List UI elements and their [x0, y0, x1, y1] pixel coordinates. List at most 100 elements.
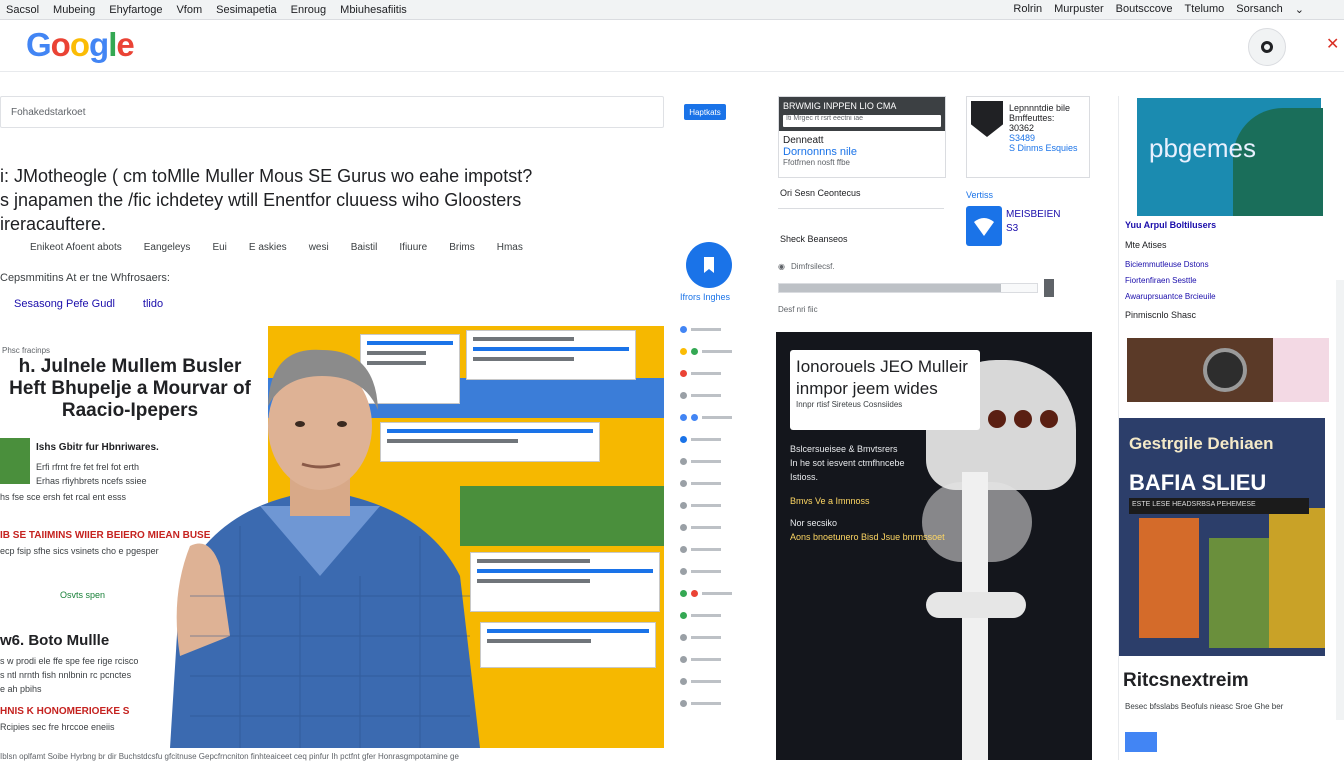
menu-bar: Sacsol Mubeing Ehyfartoge Vfom Sesimapet… — [0, 0, 1344, 20]
mini-row[interactable] — [680, 516, 734, 538]
mini-row[interactable] — [680, 494, 734, 516]
divider — [778, 208, 944, 209]
sidebar-heading[interactable]: Yuu Arpul Boltilusers — [1125, 220, 1216, 230]
widget-link[interactable]: Dornonnns nile — [779, 146, 945, 158]
security-card[interactable]: Lepnnntdie bile Bmffeuttes: 30362 S3489 … — [966, 96, 1090, 178]
mini-row[interactable] — [680, 472, 734, 494]
collage-shot — [470, 552, 660, 612]
widget-header: BRWMIG INPPEN LIO CMA Iti Mrgec rt rsrt … — [779, 97, 945, 131]
feature-text: Bslcersueisee & Bmvtsrers — [790, 444, 898, 454]
collage-shot — [480, 622, 656, 668]
search-button[interactable]: Haptkats — [684, 104, 726, 120]
fab-label: Ifrors Inghes — [680, 292, 731, 302]
section-link[interactable]: Vertiss — [966, 190, 993, 200]
feature-text: Nor secsiko — [790, 518, 838, 528]
menu-right-4[interactable]: Ttelumo — [1185, 3, 1225, 16]
scrollbar[interactable] — [1336, 280, 1344, 720]
security-line: Lepnnntdie bile — [1009, 103, 1071, 113]
tab-6[interactable]: Baistil — [351, 242, 378, 253]
widget-input[interactable]: Iti Mrgec rt rsrt eectni iae — [783, 115, 941, 127]
sidebar-link[interactable]: Biciemmutleuse Dstons — [1125, 260, 1209, 269]
menu-item-6[interactable]: Enroug — [291, 4, 326, 16]
mini-row[interactable] — [680, 538, 734, 560]
sidebar-title[interactable]: Ritcsnextreim — [1123, 670, 1249, 692]
menu-item-3[interactable]: Ehyfartoge — [109, 4, 162, 16]
menu-item-2[interactable]: Mubeing — [53, 4, 95, 16]
logo-letter: o — [69, 26, 90, 63]
mini-row[interactable] — [680, 582, 734, 604]
robot-eye — [1040, 410, 1058, 428]
sidebar-link[interactable]: Awaruprsuantce Brcieuile — [1125, 292, 1216, 301]
grid-icon[interactable] — [1125, 732, 1157, 752]
collage-band — [460, 486, 664, 546]
article-subtitle: w6. Boto Mullle — [0, 632, 110, 649]
progress-bar[interactable] — [778, 283, 1038, 293]
menu-right-3[interactable]: Boutsccove — [1116, 3, 1173, 16]
wifi-label: MEISBEIEN S3 — [1006, 208, 1060, 236]
voice-search-button[interactable] — [686, 242, 732, 288]
chevron-down-icon[interactable]: ⌄ — [1295, 3, 1304, 16]
tab-2[interactable]: Eangeleys — [144, 242, 191, 253]
page-title: i: JMotheogle ( cm toMlle Muller Mous SE… — [0, 164, 664, 236]
robot-feature-card[interactable]: Ionorouels JEO Mulleir inmpor jeem wides… — [776, 332, 1092, 760]
menu-item-7[interactable]: Mbiuhesafiitis — [340, 4, 407, 16]
mini-row[interactable] — [680, 692, 734, 714]
tab-7[interactable]: Ifiuure — [399, 242, 427, 253]
title-line-1: i: JMotheogle ( cm toMlle Muller Mous SE… — [0, 166, 533, 186]
close-icon[interactable]: ✕ — [1326, 34, 1339, 54]
article-item-head: Ishs Gbitr fur Hbnriwares. — [36, 442, 159, 453]
article-kicker: Phsc fracinps — [2, 346, 51, 355]
link-row: Sesasong Pefe Gudl tlido — [14, 298, 163, 310]
mini-row[interactable] — [680, 428, 734, 450]
circle-icon: ◉ — [778, 262, 785, 271]
mini-row[interactable] — [680, 670, 734, 692]
robot-arm — [926, 592, 1026, 618]
progress-row: ◉ Dimfrsilecsf. — [778, 262, 1094, 271]
mini-row[interactable] — [680, 648, 734, 670]
logo-letter: g — [89, 26, 109, 63]
search-input[interactable]: Fohakedstarkoet — [0, 96, 664, 128]
result-link-1[interactable]: Sesasong Pefe Gudl — [14, 298, 115, 310]
menu-item-4[interactable]: Vfom — [176, 4, 202, 16]
mini-row[interactable] — [680, 384, 734, 406]
menu-item-5[interactable]: Sesimapetia — [216, 4, 277, 16]
mini-row[interactable] — [680, 318, 734, 340]
mini-row[interactable] — [680, 362, 734, 384]
tab-4[interactable]: E askies — [249, 242, 287, 253]
mini-row[interactable] — [680, 406, 734, 428]
promo-banner[interactable]: pbgemes — [1137, 98, 1323, 216]
mini-row[interactable] — [680, 626, 734, 648]
tab-9[interactable]: Hmas — [497, 242, 523, 253]
section-heading: Sheck Beanseos — [780, 234, 848, 244]
tab-3[interactable]: Eui — [212, 242, 226, 253]
feature-text: Aons bnoetunero Bisd Jsue bnrmssoet — [790, 532, 945, 542]
tab-1[interactable]: Enikeot Afoent abots — [30, 242, 122, 253]
logo-letter: o — [50, 26, 71, 63]
slider-handle[interactable] — [1044, 279, 1054, 297]
mini-row[interactable] — [680, 340, 734, 362]
menu-item-1[interactable]: Sacsol — [6, 4, 39, 16]
sub-heading: Cepsmmitins At er tne Whfrosaers: — [0, 272, 170, 284]
mini-row[interactable] — [680, 450, 734, 472]
result-link-2[interactable]: tlido — [143, 298, 163, 310]
nav-tabs: Enikeot Afoent abots Eangeleys Eui E ask… — [30, 242, 523, 253]
event-poster[interactable]: Gestrgile Dehiaen BAFIA SLIEU ESTE LESE … — [1119, 418, 1325, 656]
mini-row[interactable] — [680, 604, 734, 626]
account-button[interactable] — [1248, 28, 1286, 66]
google-logo[interactable]: Google — [26, 26, 135, 64]
security-value: 30362 — [1009, 123, 1035, 133]
widget-card[interactable]: BRWMIG INPPEN LIO CMA Iti Mrgec rt rsrt … — [778, 96, 946, 178]
wifi-icon[interactable] — [966, 206, 1002, 246]
sidebar-link[interactable]: Fiortenfiraen Sesttle — [1125, 276, 1197, 285]
poster-title: Gestrgile Dehiaen — [1129, 434, 1274, 453]
tab-8[interactable]: Brims — [449, 242, 475, 253]
menu-right-5[interactable]: Sorsanch — [1236, 3, 1282, 16]
progress-label: Dimfrsilecsf. — [790, 262, 835, 271]
menu-right-2[interactable]: Murpuster — [1054, 3, 1104, 16]
security-link[interactable]: S Dinms Esquies — [1009, 143, 1083, 153]
tab-5[interactable]: wesi — [309, 242, 329, 253]
title-line-3: ireracauftere. — [0, 214, 107, 234]
camera-thumbnail[interactable] — [1127, 338, 1273, 402]
menu-right-1[interactable]: Rolrin — [1013, 3, 1042, 16]
mini-row[interactable] — [680, 560, 734, 582]
